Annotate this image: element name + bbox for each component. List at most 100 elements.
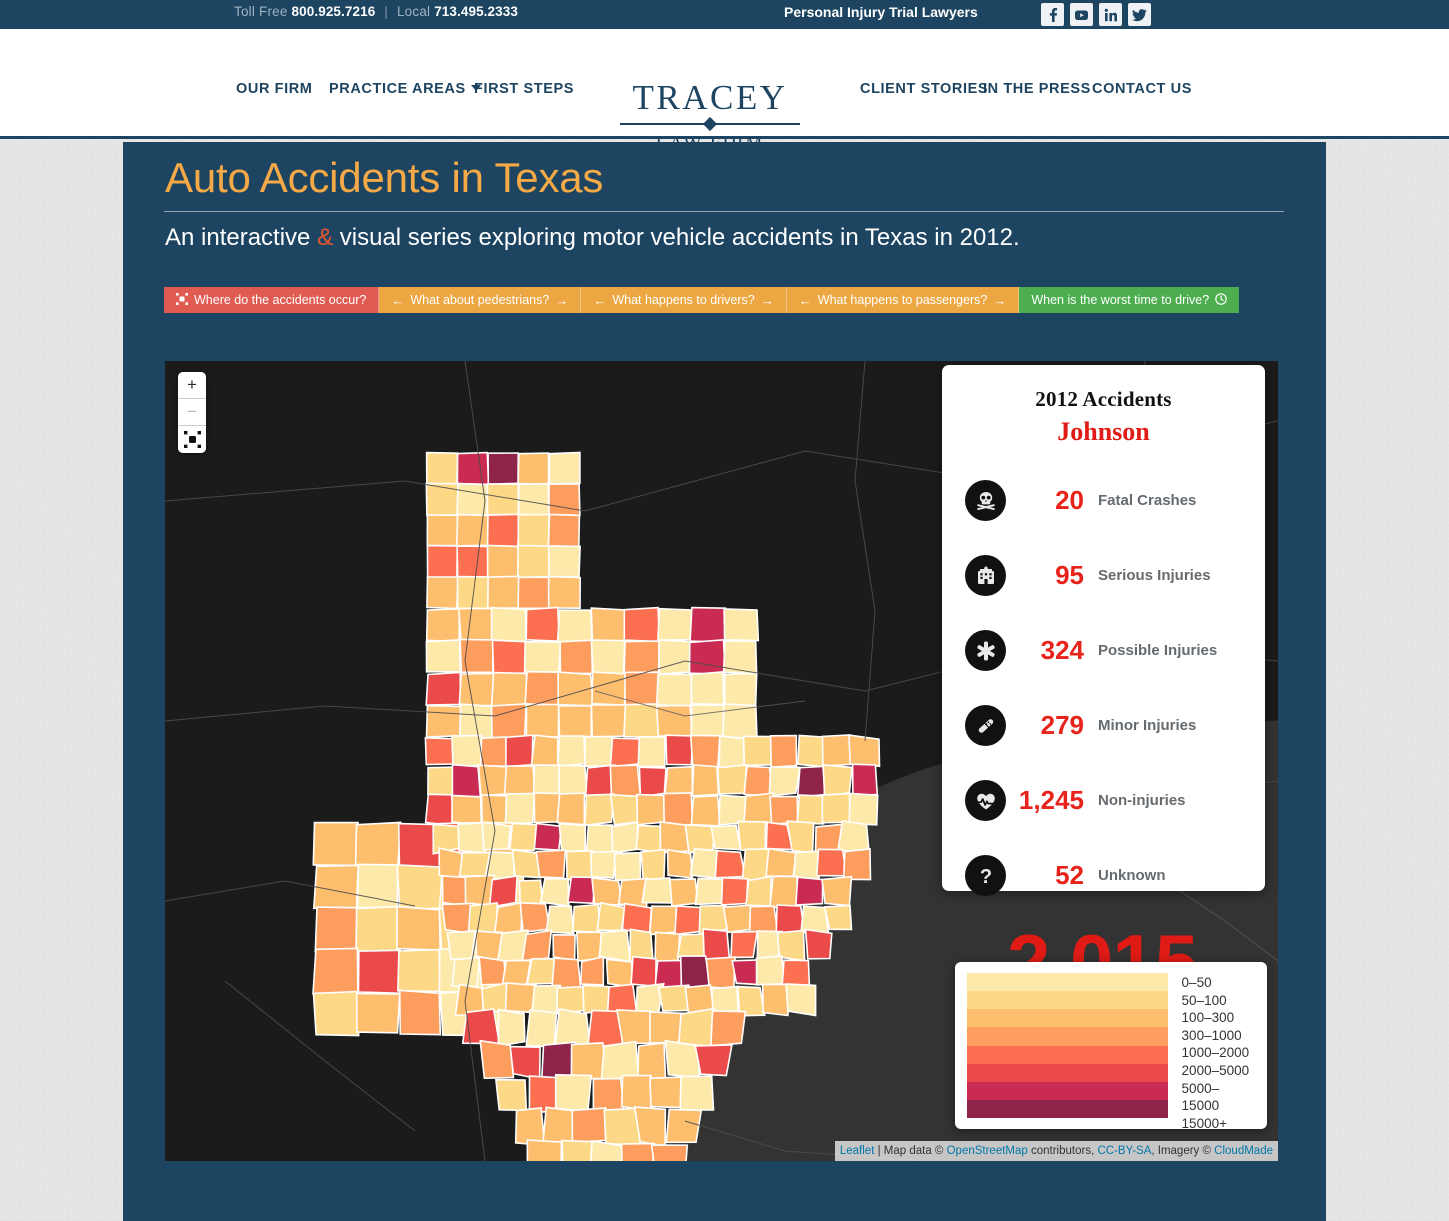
tab-what-happens-to-drivers[interactable]: ← What happens to drivers? → xyxy=(581,287,787,313)
county-polygon[interactable] xyxy=(517,576,551,610)
county-polygon[interactable] xyxy=(530,734,559,768)
county-polygon[interactable] xyxy=(451,956,481,988)
county-polygon[interactable] xyxy=(487,452,520,486)
county-polygon[interactable] xyxy=(786,820,815,855)
county-polygon[interactable] xyxy=(490,671,528,708)
nav-contact-us[interactable]: CONTACT US xyxy=(1092,81,1192,97)
county-polygon[interactable] xyxy=(314,906,359,953)
county-polygon[interactable] xyxy=(823,904,853,931)
county-polygon[interactable] xyxy=(663,765,694,797)
county-polygon[interactable] xyxy=(584,735,615,768)
facebook-icon[interactable] xyxy=(1041,3,1064,26)
map-zoom-controls[interactable]: + − xyxy=(178,372,206,453)
county-polygon[interactable] xyxy=(633,1106,667,1148)
county-polygon[interactable] xyxy=(548,451,581,485)
county-polygon[interactable] xyxy=(768,766,802,797)
county-polygon[interactable] xyxy=(821,792,852,824)
county-polygon[interactable] xyxy=(547,575,582,610)
tab-worst-time-to-drive[interactable]: When is the worst time to drive? xyxy=(1019,287,1240,313)
county-polygon[interactable] xyxy=(837,820,870,853)
twitter-icon[interactable] xyxy=(1128,3,1151,26)
county-polygon[interactable] xyxy=(590,704,627,739)
nav-practice-areas[interactable]: PRACTICE AREAS xyxy=(329,81,481,97)
county-polygon[interactable] xyxy=(553,1007,591,1049)
county-polygon[interactable] xyxy=(398,989,442,1036)
county-polygon[interactable] xyxy=(610,821,639,855)
county-polygon[interactable] xyxy=(490,606,527,643)
linkedin-icon[interactable] xyxy=(1099,3,1122,26)
county-polygon[interactable] xyxy=(554,1073,593,1113)
county-polygon[interactable] xyxy=(657,984,691,1012)
county-polygon[interactable] xyxy=(637,735,666,768)
county-polygon[interactable] xyxy=(657,607,693,642)
county-polygon[interactable] xyxy=(723,608,760,642)
county-polygon[interactable] xyxy=(815,848,848,877)
county-polygon[interactable] xyxy=(842,848,872,881)
county-polygon[interactable] xyxy=(603,1107,641,1147)
county-polygon[interactable] xyxy=(600,1040,640,1081)
county-polygon[interactable] xyxy=(461,1008,501,1045)
county-polygon[interactable] xyxy=(591,876,624,907)
county-polygon[interactable] xyxy=(547,545,581,578)
nav-our-firm[interactable]: OUR FIRM xyxy=(236,81,313,97)
county-polygon[interactable] xyxy=(658,639,694,675)
county-polygon[interactable] xyxy=(655,704,694,738)
county-polygon[interactable] xyxy=(524,670,562,707)
county-polygon[interactable] xyxy=(481,821,512,851)
county-polygon[interactable] xyxy=(523,640,562,676)
county-polygon[interactable] xyxy=(691,764,720,797)
county-polygon[interactable] xyxy=(596,901,627,932)
county-polygon[interactable] xyxy=(558,764,589,798)
county-polygon[interactable] xyxy=(521,929,553,962)
county-polygon[interactable] xyxy=(548,483,581,517)
county-polygon[interactable] xyxy=(590,607,627,643)
locate-icon[interactable] xyxy=(178,426,206,453)
cloudmade-link[interactable]: CloudMade xyxy=(1214,1145,1273,1157)
county-polygon[interactable] xyxy=(796,794,825,825)
county-polygon[interactable] xyxy=(722,640,758,675)
county-polygon[interactable] xyxy=(582,984,612,1014)
county-polygon[interactable] xyxy=(591,671,627,707)
county-polygon[interactable] xyxy=(650,1144,689,1161)
county-polygon[interactable] xyxy=(638,766,667,799)
county-polygon[interactable] xyxy=(609,764,642,798)
county-polygon[interactable] xyxy=(665,734,694,766)
county-polygon[interactable] xyxy=(716,764,748,795)
county-polygon[interactable] xyxy=(356,863,399,909)
county-polygon[interactable] xyxy=(769,795,799,826)
county-polygon[interactable] xyxy=(509,1045,541,1081)
county-polygon[interactable] xyxy=(654,931,681,963)
county-polygon[interactable] xyxy=(714,849,747,879)
county-polygon[interactable] xyxy=(458,672,495,707)
county-polygon[interactable] xyxy=(533,822,563,851)
county-polygon[interactable] xyxy=(678,1007,715,1048)
county-polygon[interactable] xyxy=(504,982,537,1014)
county-polygon[interactable] xyxy=(504,792,536,827)
county-polygon[interactable] xyxy=(743,792,775,825)
county-polygon[interactable] xyxy=(556,735,586,768)
county-polygon[interactable] xyxy=(723,672,758,707)
county-polygon[interactable] xyxy=(655,673,694,707)
county-polygon[interactable] xyxy=(636,793,669,826)
county-polygon[interactable] xyxy=(541,1106,576,1147)
county-polygon[interactable] xyxy=(665,1108,703,1144)
county-polygon[interactable] xyxy=(425,451,459,485)
county-polygon[interactable] xyxy=(526,957,557,986)
county-polygon[interactable] xyxy=(710,1010,747,1047)
county-polygon[interactable] xyxy=(312,864,360,910)
county-polygon[interactable] xyxy=(822,764,853,798)
county-polygon[interactable] xyxy=(355,905,401,953)
nav-first-steps[interactable]: FIRST STEPS xyxy=(474,81,574,97)
county-polygon[interactable] xyxy=(768,875,800,909)
county-polygon[interactable] xyxy=(781,959,811,988)
county-polygon[interactable] xyxy=(579,955,605,986)
county-polygon[interactable] xyxy=(424,793,456,827)
county-polygon[interactable] xyxy=(557,704,593,739)
county-polygon[interactable] xyxy=(396,905,442,951)
county-polygon[interactable] xyxy=(486,544,520,579)
county-polygon[interactable] xyxy=(494,901,523,936)
county-polygon[interactable] xyxy=(785,983,817,1017)
county-polygon[interactable] xyxy=(648,905,678,936)
county-polygon[interactable] xyxy=(458,703,494,739)
county-polygon[interactable] xyxy=(519,901,551,934)
